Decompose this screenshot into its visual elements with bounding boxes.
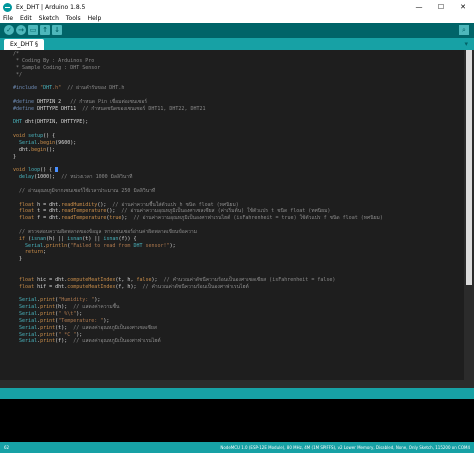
board-info: NodeMCU 1.0 (ESP-12E Module), 80 MHz, 4M… — [220, 445, 470, 450]
code-line[interactable]: #include "DHT.h" // ผ่านคำรับของ DHT.h — [13, 85, 383, 92]
maximize-button[interactable]: ☐ — [430, 0, 452, 14]
arduino-logo-icon — [3, 2, 12, 12]
menu-help[interactable]: Help — [85, 15, 106, 22]
code-line[interactable]: ​ — [13, 126, 383, 133]
code-line[interactable]: float hic = dht.computeHeatIndex(t, h, f… — [13, 277, 383, 284]
code-line[interactable]: Serial.print("Temperature: "); — [13, 318, 383, 325]
code-line[interactable]: ​ — [13, 113, 383, 120]
code-line[interactable]: // ตรวจสอบความผิดพลาดของข้อมูล หากเซนเซอ… — [13, 229, 383, 236]
code-line[interactable]: Serial.println("Failed to read from DHT … — [13, 243, 383, 250]
code-line[interactable]: #define DHTPIN 2 // กำหนด Pin เชื่อมต่อเ… — [13, 99, 383, 106]
code-line[interactable]: // อ่านอุณหภูมิจากเซนเซอร์ใช้เวลาประมาณ … — [13, 188, 383, 195]
serial-monitor-button[interactable]: ⌕ — [459, 25, 469, 35]
save-button[interactable]: ↓ — [52, 25, 62, 35]
new-sketch-button[interactable]: ▭ — [28, 25, 38, 35]
code-line[interactable]: float hif = dht.computeHeatIndex(f, h); … — [13, 284, 383, 291]
code-line[interactable]: Serial.print(" %\t"); — [13, 311, 383, 318]
text-cursor — [55, 167, 59, 173]
code-line[interactable]: void setup() { — [13, 133, 383, 140]
vertical-scroll-thumb[interactable] — [466, 50, 472, 285]
code-line[interactable]: #define DHTTYPE DHT11 // กำหนดชนิดของเซน… — [13, 106, 383, 113]
code-line[interactable]: * Sample Coding : DHT Sensor — [13, 65, 383, 72]
code-line[interactable]: } — [13, 154, 383, 161]
new-icon: ▭ — [29, 26, 37, 34]
code-line[interactable]: DHT dht(DHTPIN, DHTTYPE); — [13, 119, 383, 126]
window-title: Ex_DHT | Arduino 1.8.5 — [16, 3, 86, 11]
open-button[interactable]: ↑ — [40, 25, 50, 35]
menu-file[interactable]: File — [0, 15, 17, 22]
code-text[interactable]: /* * Coding By : Arduinos Pro * Sample C… — [13, 51, 383, 345]
tab-menu-icon[interactable]: ▾ — [464, 40, 468, 48]
code-line[interactable]: ​ — [13, 222, 383, 229]
horizontal-scrollbar[interactable] — [0, 380, 474, 388]
tab-ex-dht[interactable]: Ex_DHT § — [4, 39, 45, 50]
arduino-ide-window: Ex_DHT | Arduino 1.8.5 — ☐ ✕ File Edit S… — [0, 0, 474, 453]
code-line[interactable]: ​ — [13, 161, 383, 168]
console-output — [0, 399, 474, 442]
code-line[interactable]: ​ — [13, 181, 383, 188]
code-editor[interactable]: /* * Coding By : Arduinos Pro * Sample C… — [0, 50, 464, 380]
title-bar: Ex_DHT | Arduino 1.8.5 — ☐ ✕ — [0, 0, 474, 14]
close-button[interactable]: ✕ — [452, 0, 474, 14]
code-line[interactable]: ​ — [13, 92, 383, 99]
code-line[interactable]: ​ — [13, 291, 383, 298]
code-line[interactable]: */ — [13, 72, 383, 79]
tab-bar: Ex_DHT § ▾ — [0, 38, 474, 50]
code-line[interactable]: float f = dht.readTemperature(true); // … — [13, 215, 383, 222]
toolbar: ✓ → ▭ ↑ ↓ ⌕ — [0, 23, 474, 38]
minimize-button[interactable]: — — [408, 0, 430, 14]
upload-button[interactable]: → — [16, 25, 26, 35]
vertical-scrollbar[interactable] — [464, 50, 474, 380]
serial-monitor-icon: ⌕ — [462, 26, 466, 34]
code-line[interactable]: ​ — [13, 270, 383, 277]
code-line[interactable]: Serial.begin(9600); — [13, 140, 383, 147]
menu-sketch[interactable]: Sketch — [36, 15, 63, 22]
code-line[interactable]: Serial.print(h); // แสดงค่าความชื้น — [13, 304, 383, 311]
menu-edit[interactable]: Edit — [17, 15, 36, 22]
code-line[interactable]: return; — [13, 249, 383, 256]
code-line[interactable]: Serial.print(f); // แสดงค่าอุณหภูมิเป็นอ… — [13, 338, 383, 345]
code-line[interactable]: } — [13, 256, 383, 263]
code-line[interactable]: Serial.print(t); // แสดงค่าอุณหภูมิเป็นอ… — [13, 325, 383, 332]
code-line[interactable]: ​ — [13, 195, 383, 202]
verify-button[interactable]: ✓ — [4, 25, 14, 35]
verify-icon: ✓ — [6, 26, 12, 34]
save-icon: ↓ — [54, 26, 60, 34]
menu-bar: File Edit Sketch Tools Help — [0, 14, 474, 23]
code-line[interactable]: /* — [13, 51, 383, 58]
code-line[interactable]: dht.begin(); — [13, 147, 383, 154]
code-line[interactable]: delay(1000); // หน่วงเวลา 1000 มิลลิวินา… — [13, 174, 383, 181]
code-line[interactable]: ​ — [13, 263, 383, 270]
line-number: 62 — [4, 445, 10, 450]
upload-icon: → — [18, 26, 24, 34]
code-line[interactable]: if (isnan(h) || isnan(t) || isnan(f)) { — [13, 236, 383, 243]
open-icon: ↑ — [42, 26, 48, 34]
window-controls: — ☐ ✕ — [408, 0, 474, 14]
code-line[interactable]: ​ — [13, 78, 383, 85]
status-bar — [0, 388, 474, 399]
code-line[interactable]: * Coding By : Arduinos Pro — [13, 58, 383, 65]
menu-tools[interactable]: Tools — [63, 15, 85, 22]
footer-bar: 62 NodeMCU 1.0 (ESP-12E Module), 80 MHz,… — [0, 442, 474, 453]
